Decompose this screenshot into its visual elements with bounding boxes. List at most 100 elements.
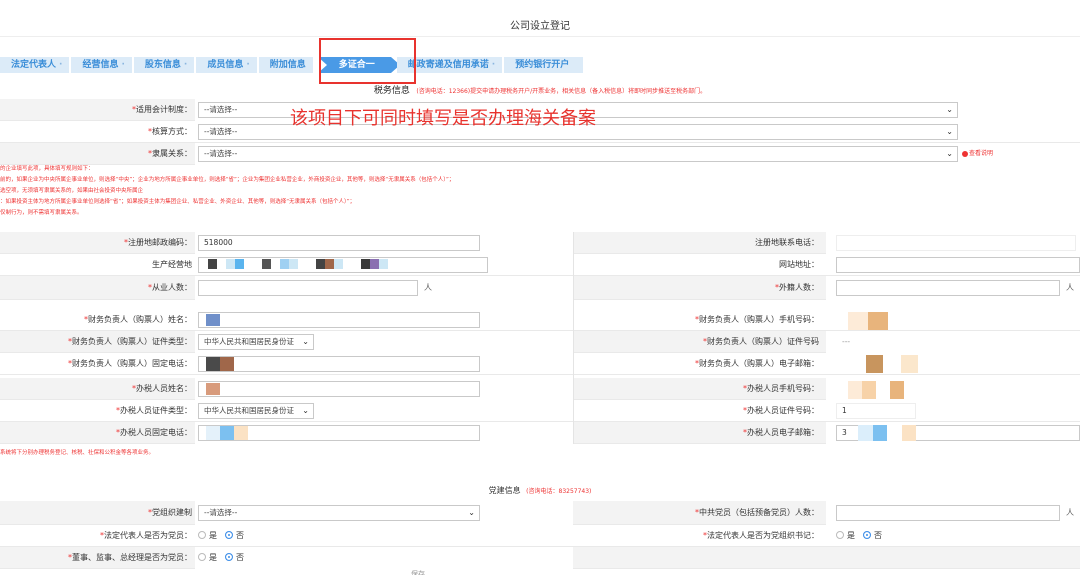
legal-secretary-radio-group: 是否 [836, 525, 890, 547]
page-title: 公司设立登记 [510, 21, 570, 32]
row-employees: *从业人数： 人 *外籍人数： 人 [0, 276, 1080, 300]
tax-section-hint: (咨询电话：12366)提交申请办理税务开户/开票业务，相关信息（备入税信息）将… [416, 88, 707, 95]
step-shareholder-info[interactable]: 股东信息 · [133, 57, 195, 73]
legal-party-no[interactable]: 否 [225, 530, 244, 540]
business-address-label: 生产经营地 [152, 260, 192, 269]
note-line: 前的，如果企业为中央所属企事业单位，则选择“中央”；企业为地方所属企事业单位，则… [0, 177, 455, 183]
legal-secretary-label: *法定代表人是否为党组织书记： [703, 531, 819, 540]
finance-tel-label: *财务负责人（购票人）固定电话： [68, 359, 192, 368]
agent-id-no-input[interactable]: 1 [836, 403, 916, 419]
redacted-mosaic [206, 314, 220, 326]
finance-id-type-label: *财务负责人（购票人）证件类型： [68, 337, 192, 346]
column-divider [573, 232, 574, 444]
exec-party-yes[interactable]: 是 [198, 552, 217, 562]
step-business-info[interactable]: 经营信息 · [71, 57, 132, 73]
radio-checked-icon [225, 552, 233, 561]
reg-phone-label: 注册地联系电话： [755, 238, 819, 247]
legal-secretary-yes[interactable]: 是 [836, 530, 855, 540]
note-line: 仅制行为，则不需填写隶属关系。 [0, 210, 83, 216]
row-agent-tel: *办税人员固定电话： *办税人员电子邮箱： 3 [0, 422, 1080, 444]
legal-secretary-no[interactable]: 否 [863, 530, 882, 540]
legal-party-label: *法定代表人是否为党员： [100, 531, 192, 540]
exec-party-label: *董事、监事、总经理是否为党员： [68, 553, 192, 562]
highlight-box [319, 38, 416, 84]
affiliation-label: *隶属关系： [148, 149, 192, 158]
row-business-address: 生产经营地 网站地址： [0, 254, 1080, 276]
party-section-header: 党建信息 (咨询电话：83257743) [0, 485, 1080, 496]
employees-input[interactable] [198, 280, 418, 296]
radio-icon [836, 530, 844, 539]
agent-name-input[interactable] [198, 381, 480, 397]
finance-id-no-input[interactable]: --- [836, 334, 1080, 350]
finance-id-no-label: *财务负责人（购票人）证件号码 [703, 337, 819, 346]
redacted-mosaic [848, 312, 888, 330]
warning-text: 系统将下分别办理税务登记、核税、社保和公积金等各项业务。 [0, 450, 155, 456]
step-bank-account[interactable]: 预约银行开户 [504, 57, 584, 73]
redacted-mosaic [208, 259, 388, 269]
agent-name-label: *办税人员姓名： [132, 384, 192, 393]
view-explanation-link[interactable]: 查看说明 [962, 143, 993, 165]
note-line: 的企业填写此项，具体填写规则如下： [0, 166, 94, 172]
title-divider [0, 36, 1080, 37]
row-postcode: *注册地邮政编码： 518000 注册地联系电话： [0, 232, 1080, 254]
step-navigation: 法定代表人 · 经营信息 · 股东信息 · 成员信息 · 附加信息 多证合一 邮政寄递及… [0, 57, 585, 73]
agent-id-no-label: *办税人员证件号码： [743, 406, 819, 415]
exec-party-no[interactable]: 否 [225, 552, 244, 562]
step-legal-rep[interactable]: 法定代表人 · [0, 57, 70, 73]
affiliation-select[interactable]: --请选择-- ⌄ [198, 146, 958, 162]
step-additional-info[interactable]: 附加信息 [258, 57, 313, 73]
method-label: *核算方式： [148, 127, 192, 136]
accounting-label: *适用会计制度： [132, 105, 192, 114]
employees-label: *从业人数： [148, 283, 192, 292]
finance-name-input[interactable] [198, 312, 480, 328]
legal-party-yes[interactable]: 是 [198, 530, 217, 540]
row-finance-tel: *财务负责人（购票人）固定电话： *财务负责人（购票人）电子邮箱： [0, 353, 1080, 375]
row-party-org: *党组织建制 --请选择-- ⌄ *中共党员（包括预备党员）人数： 人 [0, 501, 1080, 525]
website-input[interactable] [836, 257, 1080, 273]
tax-section-header: 税务信息 (咨询电话：12366)提交申请办理税务开户/开票业务，相关信息（备入… [0, 83, 1080, 96]
agent-id-type-label: *办税人员证件类型： [116, 406, 192, 415]
affiliation-notes: 的企业填写此项，具体填写规则如下： 前的，如果企业为中央所属企事业单位，则选择“… [0, 164, 1080, 219]
party-org-label: *党组织建制 [148, 508, 192, 517]
bottom-fragment: 保存 [411, 570, 425, 575]
postcode-label: *注册地邮政编码： [124, 238, 192, 247]
radio-checked-icon [863, 530, 871, 539]
postcode-input[interactable]: 518000 [198, 235, 480, 251]
radio-icon [198, 530, 206, 539]
redacted-mosaic [848, 381, 904, 399]
redacted-mosaic [848, 355, 918, 373]
redacted-mosaic [206, 357, 234, 371]
agent-mobile-label: *办税人员手机号码： [743, 384, 819, 393]
row-agent-id-type: *办税人员证件类型： 中华人民共和国居民身份证 ⌄ *办税人员证件号码： 1 [0, 400, 1080, 422]
step-member-info[interactable]: 成员信息 · [196, 57, 257, 73]
row-finance-name: *财务负责人（购票人）姓名： *财务负责人（购票人）手机号码： [0, 309, 1080, 331]
row-affiliation: *隶属关系： --请选择-- ⌄ 查看说明 [0, 143, 1080, 165]
row-exec-party: *董事、监事、总经理是否为党员： 是否 [0, 547, 1080, 569]
finance-mobile-label: *财务负责人（购票人）手机号码： [695, 315, 819, 324]
exec-party-radio-group: 是否 [198, 547, 252, 569]
redacted-mosaic [206, 426, 248, 440]
row-legal-party: *法定代表人是否为党员： 是否 *法定代表人是否为党组织书记： 是否 [0, 525, 1080, 547]
reg-phone-input[interactable] [836, 235, 1076, 251]
annotation-text: 该项目下可同时填写是否办理海关备案 [290, 108, 596, 129]
finance-email-label: *财务负责人（购票人）电子邮箱： [695, 359, 819, 368]
note-line: 选空项，无须填写隶属关系的，如果由社会投资中央所属企 [0, 188, 144, 194]
redacted-mosaic [858, 425, 916, 441]
row-finance-id-type: *财务负责人（购票人）证件类型： 中华人民共和国居民身份证 ⌄ *财务负责人（购票… [0, 331, 1080, 353]
legal-party-radio-group: 是否 [198, 525, 252, 547]
foreign-label: *外籍人数： [775, 283, 819, 292]
redacted-mosaic [206, 383, 220, 395]
info-icon [962, 150, 968, 157]
agent-id-type-select[interactable]: 中华人民共和国居民身份证 ⌄ [198, 403, 314, 419]
note-line: ：如果投资主体为地方所属企事业单位则选择“省”；如果投资主体为集团企业、私营企业… [0, 199, 356, 205]
radio-icon [198, 552, 206, 561]
finance-name-label: *财务负责人（购票人）姓名： [84, 315, 192, 324]
finance-id-type-select[interactable]: 中华人民共和国居民身份证 ⌄ [198, 334, 314, 350]
party-members-unit: 人 [1066, 508, 1074, 517]
agent-tel-label: *办税人员固定电话： [116, 428, 192, 437]
foreign-input[interactable] [836, 280, 1060, 296]
party-members-input[interactable] [836, 505, 1060, 521]
party-org-select[interactable]: --请选择-- ⌄ [198, 505, 480, 521]
party-section-hint: (咨询电话：83257743) [526, 488, 592, 495]
finance-tel-input[interactable] [198, 356, 480, 372]
